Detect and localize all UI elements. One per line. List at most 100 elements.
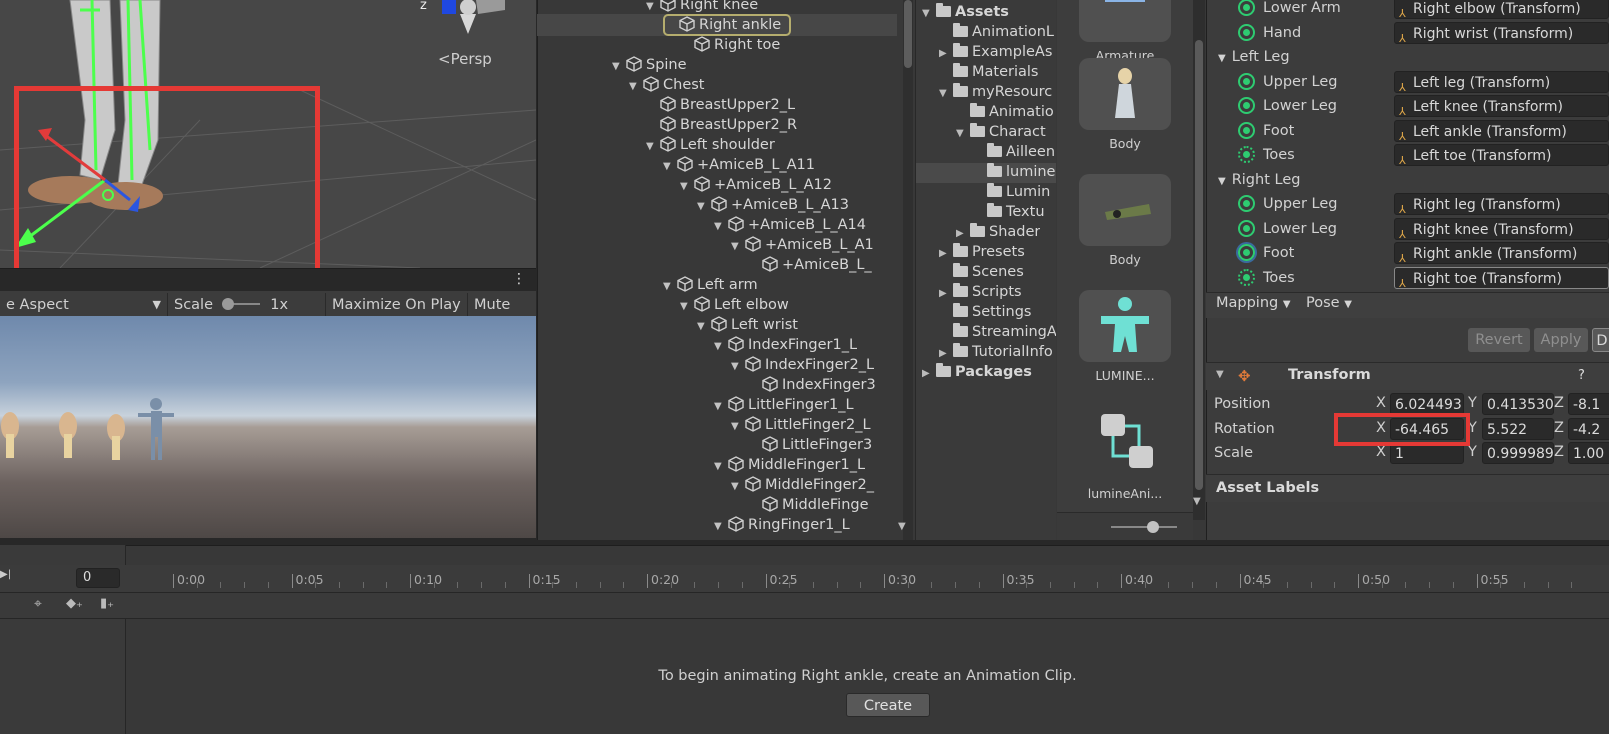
- next-keyframe-icon[interactable]: ▶|: [0, 569, 11, 580]
- project-folder-item[interactable]: Materials: [939, 62, 1038, 82]
- expand-arrow-icon[interactable]: ▼: [646, 137, 660, 157]
- avatar-icon[interactable]: [1079, 290, 1171, 362]
- expand-arrow-icon[interactable]: ▶: [939, 44, 953, 62]
- rotation-y-field[interactable]: 5.522: [1482, 418, 1554, 440]
- expand-arrow-icon[interactable]: ▼: [731, 237, 745, 257]
- add-event-icon[interactable]: ▮₊: [100, 596, 114, 611]
- help-icon[interactable]: ?: [1578, 368, 1585, 383]
- done-button[interactable]: D: [1592, 328, 1609, 352]
- project-folder-item[interactable]: AnimationL: [939, 22, 1054, 42]
- bone-transform-field[interactable]: ⅄ Right knee (Transform): [1394, 217, 1609, 240]
- scale-z-field[interactable]: 1.00: [1568, 442, 1609, 464]
- aspect-dropdown[interactable]: e Aspect ▼: [0, 293, 168, 317]
- bone-group-header[interactable]: ▼ Right Leg: [1218, 168, 1300, 192]
- scale-slider-thumb[interactable]: [221, 298, 234, 310]
- hierarchy-item[interactable]: BreastUpper2_L: [646, 95, 795, 115]
- collapse-arrow-icon[interactable]: ▼: [1218, 176, 1226, 187]
- project-folder-item[interactable]: ▶ ExampleAs: [939, 42, 1052, 62]
- expand-arrow-icon[interactable]: ▼: [680, 177, 694, 197]
- expand-arrow-icon[interactable]: ▼: [663, 157, 677, 177]
- position-z-field[interactable]: -8.1: [1568, 393, 1609, 415]
- expand-arrow-icon[interactable]: ▶: [922, 364, 936, 382]
- hierarchy-item[interactable]: ▼ IndexFinger2_L: [731, 355, 874, 375]
- hierarchy-item[interactable]: ▼ +AmiceB_L_A14: [714, 215, 866, 235]
- maximize-on-play-button[interactable]: Maximize On Play: [326, 293, 468, 317]
- bone-status-icon[interactable]: [1238, 23, 1255, 41]
- crosshair-icon[interactable]: ⌖: [34, 596, 42, 612]
- expand-arrow-icon[interactable]: ▼: [714, 217, 728, 237]
- hierarchy-item[interactable]: ▼ +AmiceB_L_A12: [680, 175, 832, 195]
- project-folder-item[interactable]: Animatio: [956, 102, 1054, 122]
- expand-arrow-icon[interactable]: ▼: [714, 397, 728, 417]
- project-folder-item[interactable]: ▶ TutorialInfo: [939, 342, 1053, 362]
- project-folder-item[interactable]: Lumin: [973, 182, 1050, 202]
- bone-transform-field[interactable]: ⅄ Left ankle (Transform): [1394, 119, 1609, 142]
- body-mesh-icon[interactable]: [1079, 174, 1171, 246]
- bone-status-icon[interactable]: [1238, 72, 1255, 90]
- hierarchy-item[interactable]: ▼ +AmiceB_L_A13: [697, 195, 849, 215]
- scene-view[interactable]: z <Persp: [0, 0, 536, 268]
- expand-arrow-icon[interactable]: ▼: [922, 4, 936, 22]
- hierarchy-item[interactable]: BreastUpper2_R: [646, 115, 797, 135]
- pose-dropdown[interactable]: Pose ▼: [1306, 295, 1352, 311]
- hierarchy-item[interactable]: MiddleFinge: [748, 495, 869, 515]
- project-scroll-down-icon[interactable]: ▼: [1193, 496, 1201, 507]
- expand-arrow-icon[interactable]: ▼: [731, 477, 745, 497]
- expand-arrow-icon[interactable]: ▼: [697, 197, 711, 217]
- expand-arrow-icon[interactable]: ▼: [731, 417, 745, 437]
- hierarchy-item[interactable]: ▼ MiddleFinger2_: [731, 475, 874, 495]
- project-folder-item[interactable]: lumine: [973, 162, 1055, 182]
- bone-transform-field[interactable]: ⅄ Right leg (Transform): [1394, 193, 1609, 215]
- bone-status-icon[interactable]: [1238, 146, 1255, 163]
- mapping-dropdown[interactable]: Mapping ▼: [1216, 295, 1291, 311]
- bone-status-icon[interactable]: [1238, 0, 1255, 16]
- hierarchy-item[interactable]: ▼ Left shoulder: [646, 135, 775, 155]
- project-folder-item[interactable]: ▶ Packages: [922, 362, 1032, 382]
- hierarchy-item[interactable]: ▼ MiddleFinger1_L: [714, 455, 865, 475]
- expand-arrow-icon[interactable]: ▼: [697, 317, 711, 337]
- expand-arrow-icon[interactable]: ▼: [612, 57, 626, 77]
- hierarchy-scrollbar[interactable]: [903, 0, 913, 540]
- expand-arrow-icon[interactable]: ▶: [939, 344, 953, 362]
- revert-button[interactable]: Revert: [1468, 328, 1530, 352]
- hierarchy-item[interactable]: ▼ Left arm: [663, 275, 758, 295]
- add-keyframe-icon[interactable]: ◆₊: [66, 596, 83, 611]
- expand-arrow-icon[interactable]: ▼: [629, 77, 643, 97]
- project-folder-item[interactable]: ▼ myResourc: [939, 82, 1052, 102]
- bone-group-header[interactable]: ▼ Left Leg: [1218, 45, 1290, 69]
- game-view[interactable]: [0, 316, 536, 538]
- hierarchy-item[interactable]: ▼ Chest: [629, 75, 704, 95]
- hierarchy-item[interactable]: LittleFinger3: [748, 435, 872, 455]
- expand-arrow-icon[interactable]: ▼: [731, 357, 745, 377]
- project-folder-item[interactable]: ▼ Charact: [956, 122, 1046, 142]
- mute-audio-button[interactable]: Mute Aud: [468, 293, 536, 317]
- project-folder-item[interactable]: StreamingA: [939, 322, 1056, 342]
- frame-input[interactable]: 0: [76, 568, 120, 588]
- rotation-z-field[interactable]: -4.2: [1568, 418, 1609, 440]
- hierarchy-item[interactable]: IndexFinger3: [748, 375, 876, 395]
- asset-labels-header[interactable]: Asset Labels: [1206, 474, 1609, 502]
- collapse-arrow-icon[interactable]: ▼: [1216, 369, 1224, 380]
- bone-transform-field[interactable]: ⅄ Right toe (Transform): [1394, 266, 1609, 289]
- bone-transform-field[interactable]: ⅄ Left toe (Transform): [1394, 144, 1609, 166]
- bone-transform-field[interactable]: ⅄ Left leg (Transform): [1394, 70, 1609, 93]
- expand-arrow-icon[interactable]: ▼: [714, 457, 728, 477]
- transform-header[interactable]: ▼ ✥ Transform ?: [1206, 362, 1609, 390]
- bone-transform-field[interactable]: ⅄ Right wrist (Transform): [1394, 21, 1609, 44]
- hierarchy-item[interactable]: ▼ LittleFinger2_L: [731, 415, 871, 435]
- create-animation-clip-button[interactable]: Create: [846, 693, 930, 717]
- project-folder-item[interactable]: ▼ Assets: [922, 2, 1009, 22]
- project-folder-item[interactable]: Textu: [973, 202, 1045, 222]
- project-folder-item[interactable]: Ailleen: [973, 142, 1055, 162]
- bone-status-icon[interactable]: [1238, 195, 1255, 212]
- hierarchy-item[interactable]: ▼ IndexFinger1_L: [714, 335, 857, 355]
- hierarchy-item[interactable]: ▼ Left elbow: [680, 295, 789, 315]
- hierarchy-item[interactable]: ▼ LittleFinger1_L: [714, 395, 854, 415]
- bone-status-icon[interactable]: [1238, 121, 1255, 139]
- hierarchy-item[interactable]: Right ankle: [663, 14, 792, 36]
- expand-arrow-icon[interactable]: ▶: [956, 224, 970, 242]
- kebab-menu-icon[interactable]: ⋮: [512, 271, 526, 287]
- icon-size-slider-track[interactable]: [1111, 526, 1177, 528]
- project-folder-item[interactable]: ▶ Scripts: [939, 282, 1022, 302]
- hierarchy-item[interactable]: ▼ +AmiceB_L_A1: [731, 235, 874, 255]
